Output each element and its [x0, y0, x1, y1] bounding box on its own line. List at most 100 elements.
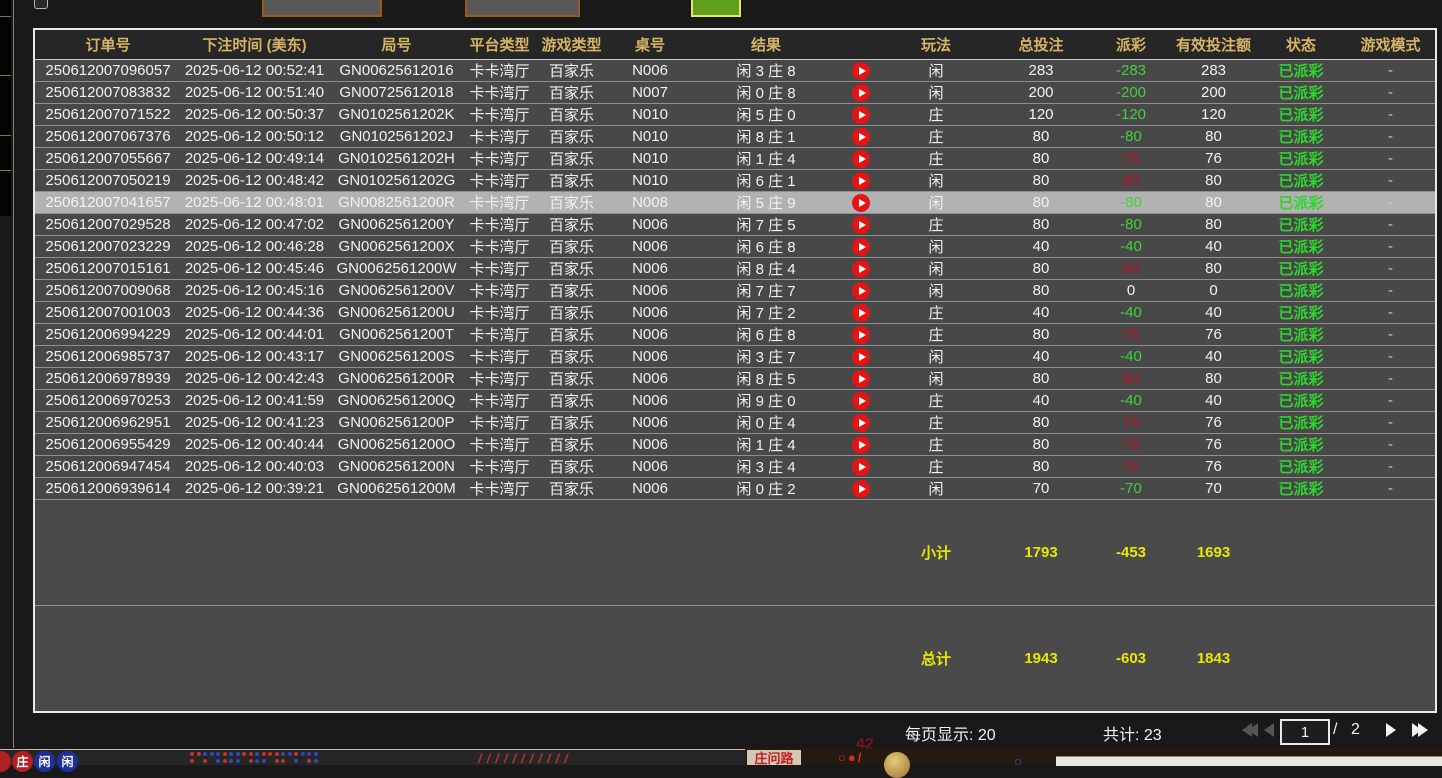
road-dot — [281, 752, 285, 756]
platform-type: 卡卡湾厅 — [465, 280, 534, 301]
table-row[interactable]: 2506120069857372025-06-12 00:43:17GN0062… — [35, 345, 1435, 367]
replay-play-icon[interactable] — [852, 216, 870, 234]
replay-play-icon[interactable] — [852, 436, 870, 454]
bet-time: 2025-06-12 00:46:28 — [181, 236, 328, 257]
filter-dropdown-2[interactable] — [465, 0, 580, 17]
replay-play-icon[interactable] — [852, 106, 870, 124]
column-header — [841, 30, 881, 59]
result: 闲 8 庄 4 — [691, 258, 841, 279]
round-number: GN0102561202J — [328, 126, 465, 147]
game-type: 百家乐 — [534, 126, 609, 147]
prev-page-button[interactable] — [1264, 723, 1274, 737]
replay-play-icon[interactable] — [852, 392, 870, 410]
page-number-input[interactable] — [1280, 719, 1330, 745]
replay-play-icon[interactable] — [852, 128, 870, 146]
column-header: 结果 — [691, 30, 841, 59]
table-row[interactable]: 2506120069396142025-06-12 00:39:21GN0062… — [35, 477, 1435, 499]
replay-play-icon[interactable] — [852, 414, 870, 432]
replay-play-icon[interactable] — [852, 370, 870, 388]
table-row[interactable]: 2506120070960572025-06-12 00:52:41GN0062… — [35, 60, 1435, 81]
window-icon — [34, 0, 48, 9]
order-number: 250612007096057 — [35, 60, 181, 81]
road-dot — [275, 752, 279, 756]
table-row[interactable]: 2506120069474542025-06-12 00:40:03GN0062… — [35, 455, 1435, 477]
payout: -120 — [1091, 104, 1171, 125]
table-row[interactable]: 2506120070502192025-06-12 00:48:42GN0102… — [35, 169, 1435, 191]
replay-cell — [841, 236, 881, 257]
payout: 76 — [1091, 412, 1171, 433]
table-row[interactable]: 2506120069629512025-06-12 00:41:23GN0062… — [35, 411, 1435, 433]
game-mode: - — [1346, 302, 1435, 323]
next-page-button[interactable] — [1386, 723, 1396, 737]
round-number: GN0062561200T — [328, 324, 465, 345]
table-row[interactable]: 2506120070715222025-06-12 00:50:37GN0102… — [35, 103, 1435, 125]
table-number: N006 — [609, 346, 691, 367]
play-type: 闲 — [881, 192, 991, 213]
game-type: 百家乐 — [534, 280, 609, 301]
round-number: GN00625612016 — [328, 60, 465, 81]
replay-cell — [841, 192, 881, 213]
road-dot — [288, 752, 292, 756]
replay-play-icon[interactable] — [852, 84, 870, 102]
table-row[interactable]: 2506120070556672025-06-12 00:49:14GN0102… — [35, 147, 1435, 169]
last-page-button[interactable] — [1412, 723, 1428, 737]
order-number: 250612007041657 — [35, 192, 181, 213]
status: 已派彩 — [1256, 258, 1346, 279]
round-number: GN0102561202K — [328, 104, 465, 125]
table-row[interactable]: 2506120070295282025-06-12 00:47:02GN0062… — [35, 213, 1435, 235]
game-mode: - — [1346, 82, 1435, 103]
table-number: N006 — [609, 390, 691, 411]
road-dot — [314, 759, 318, 763]
play-type: 闲 — [881, 258, 991, 279]
result: 闲 0 庄 8 — [691, 82, 841, 103]
replay-play-icon[interactable] — [852, 304, 870, 322]
road-dot — [197, 752, 201, 756]
filter-dropdown-1[interactable] — [262, 0, 382, 17]
replay-play-icon[interactable] — [852, 194, 870, 212]
payout: -40 — [1091, 390, 1171, 411]
game-type: 百家乐 — [534, 324, 609, 345]
payout: -80 — [1091, 192, 1171, 213]
bead-partial — [0, 751, 11, 772]
table-row[interactable]: 2506120070090682025-06-12 00:45:16GN0062… — [35, 279, 1435, 301]
first-page-button[interactable] — [1242, 723, 1258, 737]
replay-play-icon[interactable] — [852, 480, 870, 498]
platform-type: 卡卡湾厅 — [465, 346, 534, 367]
result: 闲 8 庄 5 — [691, 368, 841, 389]
replay-play-icon[interactable] — [852, 150, 870, 168]
replay-play-icon[interactable] — [852, 348, 870, 366]
table-row[interactable]: 2506120070838322025-06-12 00:51:40GN0072… — [35, 81, 1435, 103]
replay-play-icon[interactable] — [852, 172, 870, 190]
game-type: 百家乐 — [534, 258, 609, 279]
table-row[interactable]: 2506120070416572025-06-12 00:48:01GN0082… — [35, 191, 1435, 213]
road-dot — [268, 752, 272, 756]
table-row[interactable]: 2506120069554292025-06-12 00:40:44GN0062… — [35, 433, 1435, 455]
game-mode: - — [1346, 170, 1435, 191]
replay-play-icon[interactable] — [852, 238, 870, 256]
rail-border-line — [13, 0, 14, 748]
status: 已派彩 — [1256, 104, 1346, 125]
banker-road-tab[interactable]: 庄问路 — [747, 750, 801, 765]
table-number: N006 — [609, 214, 691, 235]
replay-play-icon[interactable] — [852, 458, 870, 476]
table-row[interactable]: 2506120070151612025-06-12 00:45:46GN0062… — [35, 257, 1435, 279]
game-mode: - — [1346, 148, 1435, 169]
table-row[interactable]: 2506120070673762025-06-12 00:50:12GN0102… — [35, 125, 1435, 147]
table-row[interactable]: 2506120069942292025-06-12 00:44:01GN0062… — [35, 323, 1435, 345]
table-row[interactable]: 2506120070010032025-06-12 00:44:36GN0062… — [35, 301, 1435, 323]
order-number: 250612007083832 — [35, 82, 181, 103]
replay-play-icon[interactable] — [852, 62, 870, 80]
replay-play-icon[interactable] — [852, 260, 870, 278]
table-row[interactable]: 2506120070232292025-06-12 00:46:28GN0062… — [35, 235, 1435, 257]
table-body: 2506120070960572025-06-12 00:52:41GN0062… — [35, 60, 1435, 499]
table-row[interactable]: 2506120069702532025-06-12 00:41:59GN0062… — [35, 389, 1435, 411]
platform-type: 卡卡湾厅 — [465, 236, 534, 257]
game-type: 百家乐 — [534, 236, 609, 257]
replay-play-icon[interactable] — [852, 326, 870, 344]
table-row[interactable]: 2506120069789392025-06-12 00:42:43GN0062… — [35, 367, 1435, 389]
replay-play-icon[interactable] — [852, 282, 870, 300]
table-number: N006 — [609, 236, 691, 257]
search-button[interactable] — [691, 0, 741, 17]
column-header: 下注时间 (美东) — [181, 30, 328, 59]
round-number: GN0062561200M — [328, 478, 465, 499]
